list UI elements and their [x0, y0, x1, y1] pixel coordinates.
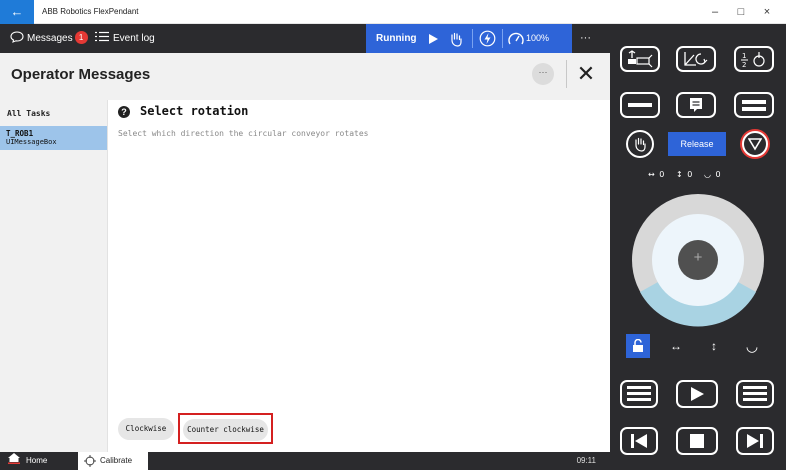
- window-title-bar: ← ABB Robotics FlexPendant – □ ×: [0, 0, 786, 24]
- message-content: ? Select rotation Select which direction…: [108, 100, 610, 452]
- run-status-label: Running: [376, 33, 417, 44]
- speed-label: 100%: [526, 33, 550, 43]
- menu-lines-icon: [627, 386, 651, 401]
- operator-messages-header: Operator Messages: [0, 53, 610, 100]
- stop-triangle-icon: [748, 138, 762, 151]
- question-icon: ?: [118, 106, 130, 118]
- messages-button[interactable]: Messages 1: [10, 24, 88, 53]
- status-divider: [472, 29, 473, 48]
- jog-readout: ↔ 0 ↕ 0 ◡ 0: [648, 170, 722, 179]
- joystick-center-icon: +: [693, 249, 703, 266]
- chat-bubble-icon: [10, 31, 24, 43]
- step-menu-button[interactable]: [736, 380, 774, 408]
- calibrate-icon: [84, 455, 96, 467]
- list-icon: [95, 31, 109, 42]
- clockwise-button[interactable]: Clockwise: [118, 418, 174, 440]
- window-title: ABB Robotics FlexPendant: [42, 7, 139, 16]
- all-tasks-heading[interactable]: All Tasks: [7, 109, 50, 118]
- note-icon: [690, 98, 702, 112]
- stop-square-icon: [690, 434, 704, 448]
- unlock-icon: [633, 338, 643, 352]
- note-button[interactable]: [676, 92, 716, 118]
- home-label: Home: [26, 456, 48, 465]
- readout-z: 0: [715, 170, 722, 179]
- task-list: All Tasks T_ROB1 UIMessageBox: [0, 100, 108, 452]
- emergency-stop-button[interactable]: [740, 129, 770, 159]
- play-icon: [429, 34, 438, 44]
- coordinate-frame-icon: [684, 52, 708, 66]
- svg-text:2: 2: [742, 61, 746, 68]
- home-button[interactable]: Home: [8, 452, 47, 470]
- messages-count-badge: 1: [74, 31, 88, 44]
- vertical-axis-icon: ↕: [675, 170, 684, 179]
- overflow-menu-button[interactable]: ···: [580, 24, 591, 53]
- step-forward-button[interactable]: [736, 427, 774, 455]
- increment-icon: 12: [741, 52, 765, 69]
- equals-icon: [742, 100, 766, 111]
- play-button[interactable]: [676, 380, 718, 408]
- home-icon: [8, 453, 20, 464]
- clock: 09:11: [576, 456, 596, 465]
- counter-clockwise-button[interactable]: Counter clockwise: [183, 419, 268, 441]
- bottom-bar: Home Calibrate 09:11: [0, 452, 610, 470]
- frame-button[interactable]: [676, 46, 716, 72]
- vertical-mode-icon[interactable]: ↕: [704, 334, 724, 358]
- page-title: Operator Messages: [11, 66, 151, 83]
- skip-back-icon: [631, 434, 647, 448]
- more-options-button[interactable]: ···: [532, 63, 554, 85]
- status-bar[interactable]: Running 100%: [366, 24, 572, 53]
- hand-icon: [451, 32, 462, 47]
- svg-text:1: 1: [742, 52, 746, 60]
- minus-button[interactable]: [620, 92, 660, 118]
- minus-icon: [628, 103, 652, 107]
- tool-icon: [628, 50, 653, 68]
- hand-icon: [635, 137, 646, 152]
- calibrate-tab[interactable]: Calibrate: [78, 452, 148, 470]
- task-item-t-rob1[interactable]: T_ROB1 UIMessageBox: [0, 126, 107, 150]
- jog-mode-row: ↔ ↕ ◡: [626, 334, 776, 358]
- program-menu-button[interactable]: [620, 380, 658, 408]
- message-title: Select rotation: [140, 104, 249, 118]
- skip-forward-icon: [747, 434, 763, 448]
- header-divider: [566, 60, 567, 88]
- task-module: UIMessageBox: [6, 138, 57, 146]
- power-bolt-icon: [479, 30, 496, 47]
- message-description: Select which direction the circular conv…: [118, 129, 369, 138]
- step-back-button[interactable]: [620, 427, 658, 455]
- tool-button[interactable]: [620, 46, 660, 72]
- highlight-frame: Counter clockwise: [178, 413, 273, 444]
- event-log-label: Event log: [113, 33, 155, 44]
- calibrate-label: Calibrate: [100, 456, 133, 465]
- equals-button[interactable]: [734, 92, 774, 118]
- hold-to-run-button[interactable]: [626, 130, 654, 158]
- maximize-button[interactable]: □: [728, 0, 754, 24]
- speed-gauge-icon: [508, 32, 524, 45]
- top-bar: Messages 1 Event log Running 100% ···: [0, 24, 610, 53]
- back-arrow-icon: ←: [10, 4, 24, 19]
- status-divider: [502, 29, 503, 48]
- play-icon: [691, 387, 704, 401]
- readout-x: 0: [659, 170, 666, 179]
- task-name: T_ROB1: [6, 129, 34, 138]
- window-close-button[interactable]: ×: [754, 0, 780, 24]
- minimize-button[interactable]: –: [702, 0, 728, 24]
- jog-control-panel: 12 Release ↔ 0 ↕ 0 ◡ 0 + ↔ ↕ ◡: [610, 24, 786, 470]
- back-button[interactable]: ←: [0, 0, 34, 24]
- lock-button[interactable]: [626, 334, 650, 358]
- rotation-mode-icon[interactable]: ◡: [742, 334, 762, 358]
- messages-label: Messages: [27, 33, 73, 44]
- horizontal-axis-icon: ↔: [648, 170, 656, 179]
- increment-button[interactable]: 12: [734, 46, 774, 72]
- event-log-button[interactable]: Event log: [95, 24, 155, 53]
- release-button[interactable]: Release: [668, 132, 726, 156]
- readout-y: 0: [687, 170, 694, 179]
- close-button[interactable]: ✕: [572, 60, 600, 88]
- menu-lines-icon: [743, 386, 767, 401]
- horizontal-mode-icon[interactable]: ↔: [666, 334, 686, 358]
- rotation-axis-icon: ◡: [703, 170, 712, 179]
- stop-button[interactable]: [676, 427, 718, 455]
